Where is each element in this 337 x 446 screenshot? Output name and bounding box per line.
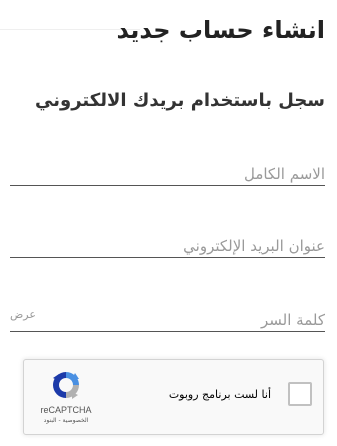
recaptcha-checkbox[interactable] (288, 382, 312, 406)
password-input[interactable] (73, 311, 325, 329)
recaptcha-brand-name: reCAPTCHA (40, 405, 92, 415)
full-name-input[interactable] (73, 165, 325, 183)
full-name-field (10, 149, 325, 186)
password-field: عرض (10, 295, 325, 332)
email-input[interactable] (73, 237, 325, 255)
recaptcha-logo-icon (53, 372, 79, 399)
email-field (10, 221, 325, 258)
page-title: انشاء حساب جديد (116, 16, 325, 44)
signup-page: انشاء حساب جديد سجل باستخدام بريدك الالك… (0, 0, 337, 446)
recaptcha-privacy-terms-links[interactable]: الخصوصية - البنود (26, 417, 106, 424)
form-subtitle: سجل باستخدام بريدك الالكتروني (35, 90, 325, 111)
recaptcha-branding: reCAPTCHA الخصوصية - البنود (26, 368, 106, 424)
show-password-toggle[interactable]: عرض (10, 308, 36, 321)
recaptcha-label: أنا لست برنامج روبوت (168, 388, 271, 401)
recaptcha-widget: أنا لست برنامج روبوت reCAPTCHA الخصوصية … (23, 359, 324, 435)
